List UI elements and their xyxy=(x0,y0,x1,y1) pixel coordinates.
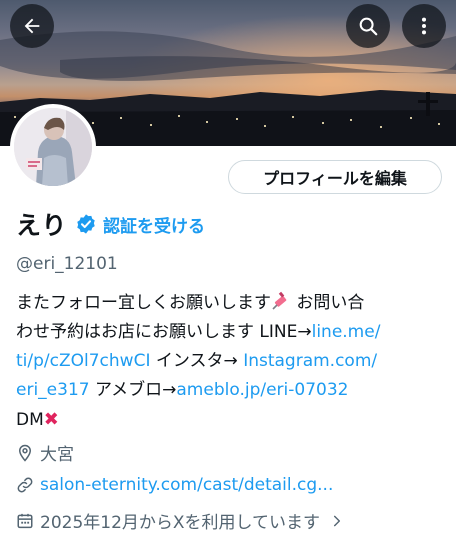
bio-line-2: わせ予約はお店にお願いします LINE→line.me/ xyxy=(16,318,446,347)
joined-text: 2025年12月からXを利用しています xyxy=(40,513,321,533)
bio-text: またフォロー宜しくお願いします xyxy=(16,293,271,313)
website-row: salon-eternity.com/cast/detail.cg... xyxy=(16,475,333,495)
chevron-right-icon xyxy=(333,515,341,526)
name-row: えり 認証を受ける xyxy=(16,206,205,242)
bio-text: お問い合 xyxy=(291,293,365,313)
avatar-image xyxy=(14,108,92,186)
verified-badge-icon[interactable] xyxy=(75,213,97,235)
bio: またフォロー宜しくお願いします お問い合 わせ予約はお店にお願いします LINE… xyxy=(16,289,446,434)
arrow-left-icon xyxy=(24,18,40,34)
edit-profile-button[interactable]: プロフィールを編集 xyxy=(228,160,442,194)
bio-line-3: ti/p/cZOl7chwCI インスタ→ Instagram.com/ xyxy=(16,347,446,376)
calendar-icon xyxy=(17,513,33,528)
back-button[interactable] xyxy=(10,4,54,48)
bio-line-1: またフォロー宜しくお願いします お問い合 xyxy=(16,289,446,318)
instagram-link[interactable]: eri_e317 xyxy=(16,380,90,400)
ameblo-link[interactable]: ameblo.jp/eri-07032 xyxy=(176,380,348,400)
line-link[interactable]: ti/p/cZOl7chwCI xyxy=(16,351,150,371)
line-link[interactable]: line.me/ xyxy=(312,322,381,342)
location-pin-icon xyxy=(18,444,32,462)
syringe-emoji-icon xyxy=(271,291,291,321)
link-icon xyxy=(17,477,33,493)
display-name: えり xyxy=(16,211,68,240)
website-link[interactable]: salon-eternity.com/cast/detail.cg... xyxy=(40,475,333,495)
user-handle: @eri_12101 xyxy=(16,254,118,274)
get-verified-link[interactable]: 認証を受ける xyxy=(103,212,205,237)
location-row: 大宮 xyxy=(16,440,74,465)
search-button[interactable] xyxy=(346,4,390,48)
more-button[interactable] xyxy=(402,4,446,48)
location-text: 大宮 xyxy=(40,445,74,465)
bio-text: DM xyxy=(16,410,44,430)
avatar[interactable] xyxy=(10,104,96,190)
bio-text: アメブロ→ xyxy=(89,380,177,400)
cross-mark-emoji-icon: ✖ xyxy=(43,409,59,430)
bio-line-4: eri_e317 アメブロ→ameblo.jp/eri-07032 xyxy=(16,376,446,405)
search-icon xyxy=(359,17,378,36)
instagram-link[interactable]: Instagram.com/ xyxy=(243,351,377,371)
bio-line-5: DM✖ xyxy=(16,405,446,434)
bio-text: インスタ→ xyxy=(150,351,244,371)
bio-text: わせ予約はお店にお願いします LINE→ xyxy=(16,322,312,342)
joined-row[interactable]: 2025年12月からXを利用しています xyxy=(16,508,350,533)
more-vertical-icon xyxy=(421,17,427,35)
